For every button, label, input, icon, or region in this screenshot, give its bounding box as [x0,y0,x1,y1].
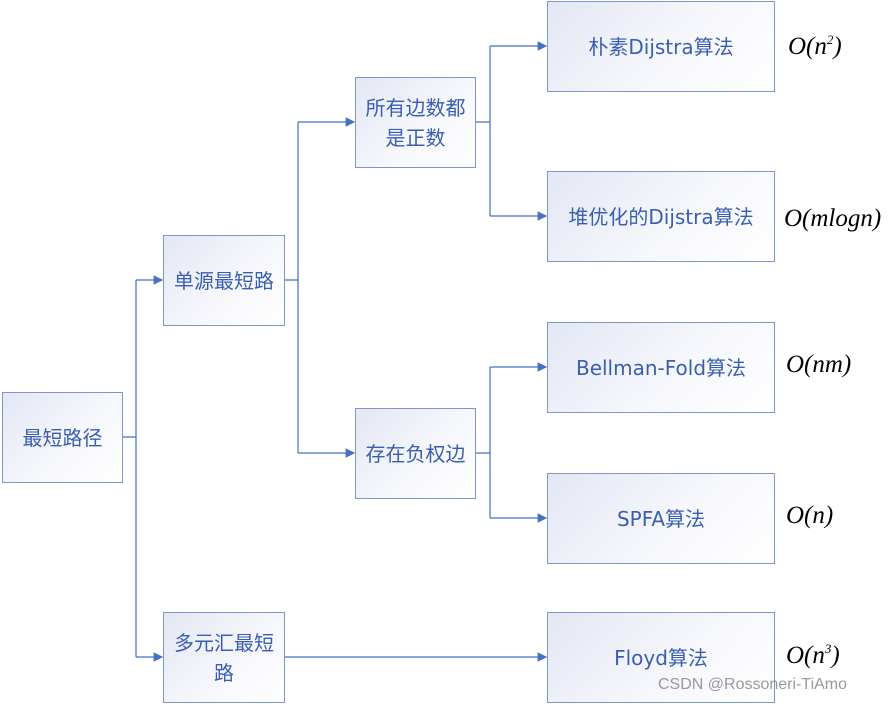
node-spfa: SPFA算法 [547,473,775,564]
complexity-spfa: O(n) [786,502,834,529]
watermark: CSDN @Rossoneri-TiAmo [658,676,848,693]
complexity-floyd: O(n3) [786,641,840,670]
complexity-base: O(n [788,33,827,60]
connector-root [122,280,137,657]
connector-all-positive [475,46,491,216]
node-multi-source: 多元汇最短路 [163,612,285,703]
complexity-heap-dijkstra: O(mlogn) [784,205,882,232]
node-heap-dijkstra: 堆优化的Dijstra算法 [547,171,775,262]
complexity-naive-dijkstra: O(n2) [788,32,842,61]
node-negative-edges: 存在负权边 [355,408,476,499]
complexity-end: ) [831,642,840,669]
complexity-bellman-ford: O(nm) [786,351,852,378]
node-all-positive: 所有边数都是正数 [355,77,476,168]
complexity-end: ) [833,33,842,60]
node-single-source: 单源最短路 [163,235,285,326]
shortest-path-diagram: 最短路径 单源最短路 多元汇最短路 所有边数都是正数 存在负权边 朴素Dijst… [0,0,889,704]
complexity-base: O(n [786,642,825,669]
connector-single-source [284,122,299,453]
node-bellman-ford: Bellman-Fold算法 [547,322,775,413]
connector-negative [475,367,491,518]
node-root: 最短路径 [2,392,123,483]
node-naive-dijkstra: 朴素Dijstra算法 [547,1,775,92]
